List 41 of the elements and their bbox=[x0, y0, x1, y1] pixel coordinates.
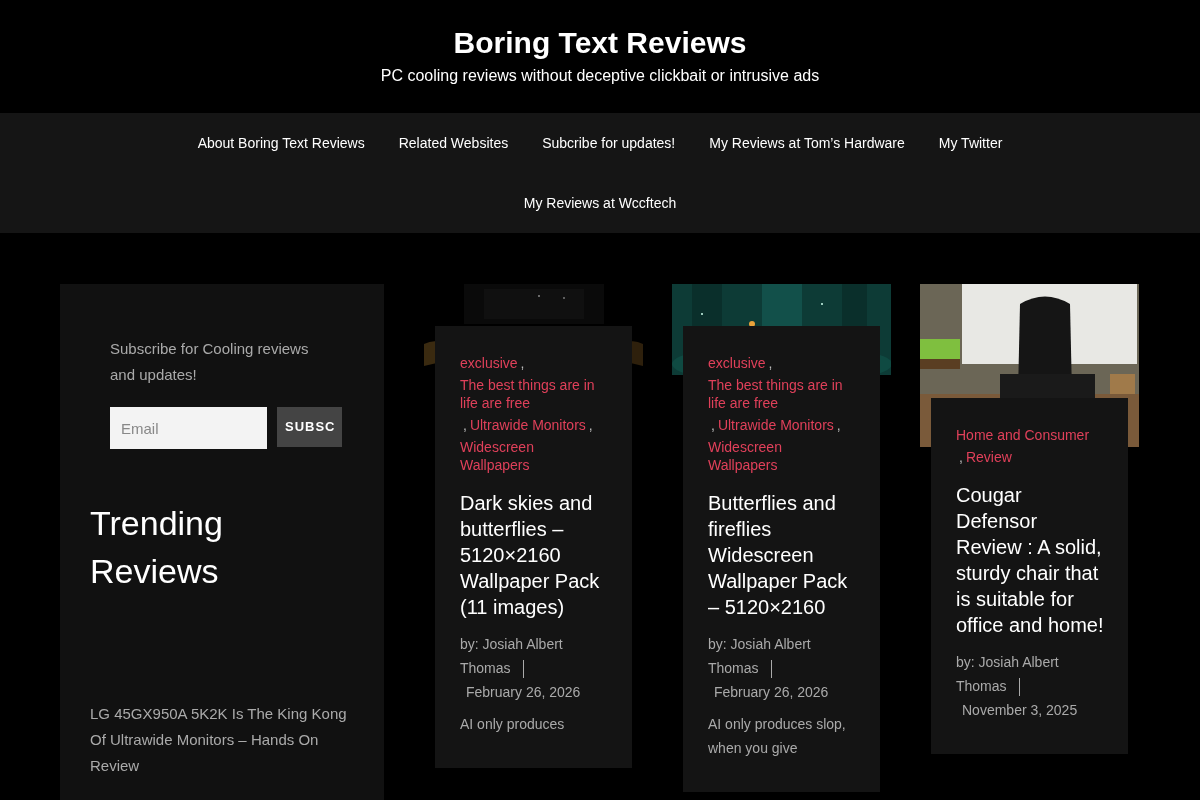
post-excerpt: AI only produces bbox=[460, 715, 566, 734]
post-date: February 26, 2026 bbox=[713, 683, 830, 702]
post-title[interactable]: Butterflies and fireflies Widescreen Wallpaper Pack – 5120×2160 bbox=[708, 490, 858, 620]
post-date: February 26, 2026 bbox=[465, 683, 582, 702]
category-link[interactable]: Review bbox=[965, 448, 1012, 466]
category-link[interactable]: Widescreen Wallpapers bbox=[708, 438, 850, 474]
category-link[interactable]: exclusive bbox=[708, 354, 766, 372]
author: by: Josiah Albert Thomas bbox=[708, 636, 811, 676]
separator: , bbox=[520, 354, 525, 372]
category-link[interactable]: Ultrawide Monitors bbox=[717, 416, 834, 434]
separator: , bbox=[959, 448, 963, 466]
category-link[interactable]: Ultrawide Monitors bbox=[469, 416, 586, 434]
subscribe-button[interactable]: SUBSC bbox=[277, 407, 342, 447]
separator: , bbox=[836, 416, 841, 434]
author: by: Josiah Albert Thomas bbox=[956, 654, 1059, 694]
category-link[interactable]: Widescreen Wallpapers bbox=[460, 438, 602, 474]
post-date: November 3, 2025 bbox=[961, 701, 1079, 720]
post-excerpt: AI only produces slop, when you give bbox=[708, 715, 847, 758]
category-link[interactable]: Home and Consumer bbox=[956, 426, 1090, 444]
trending-link[interactable]: LG 45GX950A 5K2K Is The King Kong Of Ultrawide Monitors – Hands On Review bbox=[90, 701, 350, 779]
separator: , bbox=[463, 416, 467, 434]
separator: , bbox=[711, 416, 715, 434]
subscribe-text: Subscribe for Cooling reviews and updates! bbox=[110, 339, 310, 385]
separator: , bbox=[588, 416, 593, 434]
nav-link[interactable]: My Twitter bbox=[938, 113, 1003, 173]
nav-link[interactable]: My Reviews at Tom’s Hardware bbox=[709, 113, 905, 173]
nav-link[interactable]: My Reviews at Wccftech bbox=[523, 173, 677, 233]
trending-heading: Trending Reviews bbox=[90, 503, 224, 592]
site-title[interactable]: Boring Text Reviews bbox=[453, 24, 747, 62]
site-tagline: PC cooling reviews without deceptive clickbait or intrusive ads bbox=[380, 66, 820, 86]
post-title[interactable]: Dark skies and butterflies – 5120×2160 Wallpaper Pack (11 images) bbox=[460, 490, 610, 620]
nav-link[interactable]: About Boring Text Reviews bbox=[197, 113, 365, 173]
category-link[interactable]: exclusive bbox=[460, 354, 518, 372]
author: by: Josiah Albert Thomas bbox=[460, 636, 563, 676]
separator: , bbox=[768, 354, 773, 372]
category-link[interactable]: The best things are in life are free bbox=[460, 376, 602, 412]
category-link[interactable]: The best things are in life are free bbox=[708, 376, 850, 412]
nav-link[interactable]: Subcribe for updates! bbox=[542, 113, 676, 173]
email-field[interactable]: Email bbox=[110, 407, 267, 449]
nav-link[interactable]: Related Websites bbox=[398, 113, 509, 173]
post-title[interactable]: Cougar Defensor Review : A solid, sturdy chair that is suitable for office and home! bbox=[956, 482, 1106, 638]
